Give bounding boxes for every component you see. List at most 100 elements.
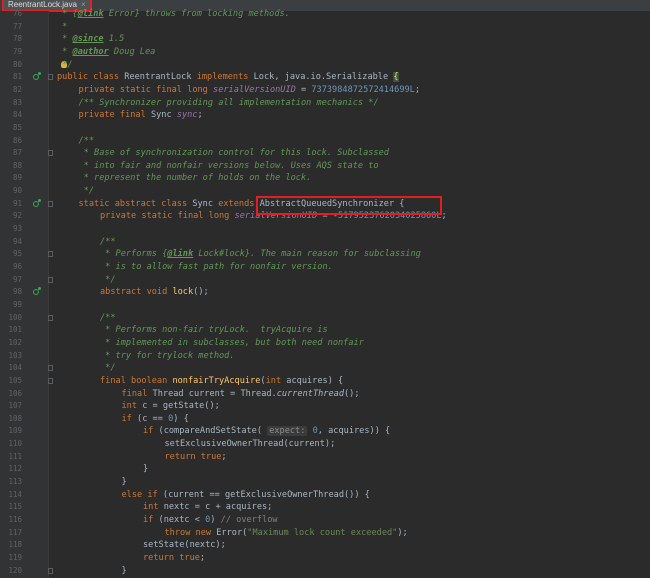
code-text: } bbox=[122, 476, 127, 489]
code-line[interactable]: 79 * @author Doug Lea bbox=[0, 46, 650, 59]
code-line[interactable]: 81 public class ReentrantLock implements … bbox=[0, 71, 650, 84]
code-line[interactable]: 83 /** Synchronizer providing all impleme… bbox=[0, 97, 650, 110]
line-number: 113 bbox=[8, 477, 22, 487]
code-line[interactable]: 118 setState(nextc); bbox=[0, 539, 650, 552]
code-line[interactable]: 116 if (nextc < 0) // overflow bbox=[0, 514, 650, 527]
code-text: * @since 1.5 bbox=[57, 33, 124, 46]
code-text: * try for trylock method. bbox=[100, 350, 234, 363]
code-line[interactable]: 98 abstract void lock(); bbox=[0, 286, 650, 299]
code-token: * implemented in subclasses, but both ne… bbox=[100, 337, 364, 348]
code-line[interactable]: 112} bbox=[0, 463, 650, 476]
line-number: 91 bbox=[12, 198, 22, 208]
code-text: int c = getState(); bbox=[122, 400, 220, 413]
implements-icon[interactable] bbox=[33, 198, 41, 207]
code-text: /** bbox=[100, 236, 116, 249]
code-line[interactable]: 93 bbox=[0, 223, 650, 236]
fold-marker-icon[interactable] bbox=[48, 276, 53, 283]
line-number: 114 bbox=[8, 489, 22, 499]
code-text: private final Sync sync; bbox=[79, 109, 203, 122]
code-line[interactable]: 86 /** bbox=[0, 135, 650, 148]
fold-marker-icon[interactable] bbox=[48, 377, 53, 384]
code-text: * Performs non-fair tryLock. tryAcquire … bbox=[100, 324, 328, 337]
code-token: expect: bbox=[267, 426, 308, 437]
line-number: 117 bbox=[8, 527, 22, 537]
code-token: @link bbox=[77, 9, 104, 19]
code-line[interactable]: 94 /** bbox=[0, 236, 650, 249]
line-number: 115 bbox=[8, 502, 22, 512]
code-line[interactable]: 102 * implemented in subclasses, but bot… bbox=[0, 337, 650, 350]
code-line[interactable]: 100 /** bbox=[0, 312, 650, 325]
code-line[interactable]: 84 private final Sync sync; bbox=[0, 109, 650, 122]
line-number: 76 bbox=[12, 9, 22, 18]
line-number: 102 bbox=[8, 337, 22, 347]
code-text: * Performs {@link Lock#lock}. The main r… bbox=[100, 248, 421, 261]
line-number: 110 bbox=[8, 439, 22, 449]
code-line[interactable]: 89 * represent the number of holds on th… bbox=[0, 172, 650, 185]
code-line[interactable]: 120} bbox=[0, 565, 650, 578]
code-line[interactable]: 113} bbox=[0, 476, 650, 489]
code-line[interactable]: 111 return true; bbox=[0, 451, 650, 464]
code-line[interactable]: 96 * is to allow fast path for nonfair v… bbox=[0, 261, 650, 274]
code-token: ; bbox=[199, 552, 206, 563]
code-token: public class bbox=[57, 72, 125, 83]
code-token: /** bbox=[100, 236, 116, 247]
code-token: ) bbox=[210, 515, 221, 525]
fold-marker-icon[interactable] bbox=[48, 567, 53, 574]
code-token: if bbox=[143, 426, 159, 437]
code-text: else if (current == getExclusiveOwnerThr… bbox=[122, 489, 370, 502]
code-line[interactable]: 109 if (compareAndSetState( expect: 0, ac… bbox=[0, 425, 650, 438]
line-number: 100 bbox=[8, 312, 22, 322]
code-line[interactable]: 77 * bbox=[0, 21, 650, 34]
code-line[interactable]: 88 * into fair and nonfair versions belo… bbox=[0, 160, 650, 173]
line-number: 86 bbox=[12, 135, 22, 145]
code-line[interactable]: 114 else if (current == getExclusiveOwner… bbox=[0, 489, 650, 502]
line-number: 96 bbox=[12, 262, 22, 271]
code-token: * Performs non-fair tryLock. tryAcquire … bbox=[100, 325, 328, 336]
code-line[interactable]: 105 final boolean nonfairTryAcquire(int a… bbox=[0, 375, 650, 388]
code-line[interactable]: 103 * try for trylock method. bbox=[0, 350, 650, 363]
code-token: */ bbox=[100, 274, 116, 285]
code-line[interactable]: 87 * Base of synchronization control for… bbox=[0, 147, 650, 160]
code-token: 1.5 bbox=[103, 34, 125, 45]
code-line[interactable]: 97 */ bbox=[0, 274, 650, 287]
implements-icon[interactable] bbox=[33, 72, 41, 81]
code-token: ) { bbox=[173, 413, 189, 424]
code-line[interactable]: 106 final Thread current = Thread.current… bbox=[0, 388, 650, 401]
code-token: setState(nextc); bbox=[143, 540, 226, 551]
code-text: * is to allow fast path for nonfair vers… bbox=[100, 261, 333, 274]
code-line[interactable]: 99 bbox=[0, 299, 650, 312]
code-line[interactable]: 80 */ bbox=[0, 59, 650, 72]
code-line[interactable]: 115 int nextc = c + acquires; bbox=[0, 501, 650, 514]
code-token: final boolean bbox=[100, 375, 173, 386]
code-line[interactable]: 85 bbox=[0, 122, 650, 135]
code-line[interactable]: 82 private static final long serialVersio… bbox=[0, 84, 650, 97]
code-text: setState(nextc); bbox=[143, 539, 226, 552]
fold-marker-icon[interactable] bbox=[48, 74, 53, 81]
code-text: /** bbox=[100, 312, 116, 325]
code-line[interactable]: 78 * @since 1.5 bbox=[0, 33, 650, 46]
code-line[interactable]: 119 return true; bbox=[0, 552, 650, 565]
fold-marker-icon[interactable] bbox=[48, 314, 53, 321]
implements-icon[interactable] bbox=[33, 287, 41, 296]
fold-marker-icon[interactable] bbox=[48, 200, 53, 207]
fold-marker-icon[interactable] bbox=[48, 365, 53, 372]
code-text: * represent the number of holds on the l… bbox=[79, 172, 312, 185]
code-line[interactable]: 76 * {@link Error} throws from locking m… bbox=[0, 8, 650, 21]
code-line[interactable]: 117 throw new Error("Maximum lock count e… bbox=[0, 527, 650, 540]
code-line[interactable]: 107 int c = getState(); bbox=[0, 400, 650, 413]
code-line[interactable]: 101 * Performs non-fair tryLock. tryAcqu… bbox=[0, 324, 650, 337]
code-token: */ bbox=[100, 363, 116, 374]
code-line[interactable]: 104 */ bbox=[0, 362, 650, 375]
code-line[interactable]: 108 if (c == 0) { bbox=[0, 413, 650, 426]
fold-marker-icon[interactable] bbox=[48, 251, 53, 258]
code-token: nonfairTryAcquire bbox=[172, 375, 261, 386]
line-number: 99 bbox=[12, 299, 22, 309]
code-line[interactable]: 95 * Performs {@link Lock#lock}. The mai… bbox=[0, 248, 650, 261]
code-token: /** bbox=[78, 135, 95, 146]
fold-marker-icon[interactable] bbox=[48, 150, 53, 157]
code-text: int nextc = c + acquires; bbox=[143, 501, 272, 514]
line-number: 120 bbox=[8, 565, 22, 575]
code-area[interactable]: 76 * {@link Error} throws from locking m… bbox=[0, 8, 650, 578]
code-line[interactable]: 110 setExclusiveOwnerThread(current); bbox=[0, 438, 650, 451]
code-text: private static final long serialVersionU… bbox=[79, 84, 421, 97]
